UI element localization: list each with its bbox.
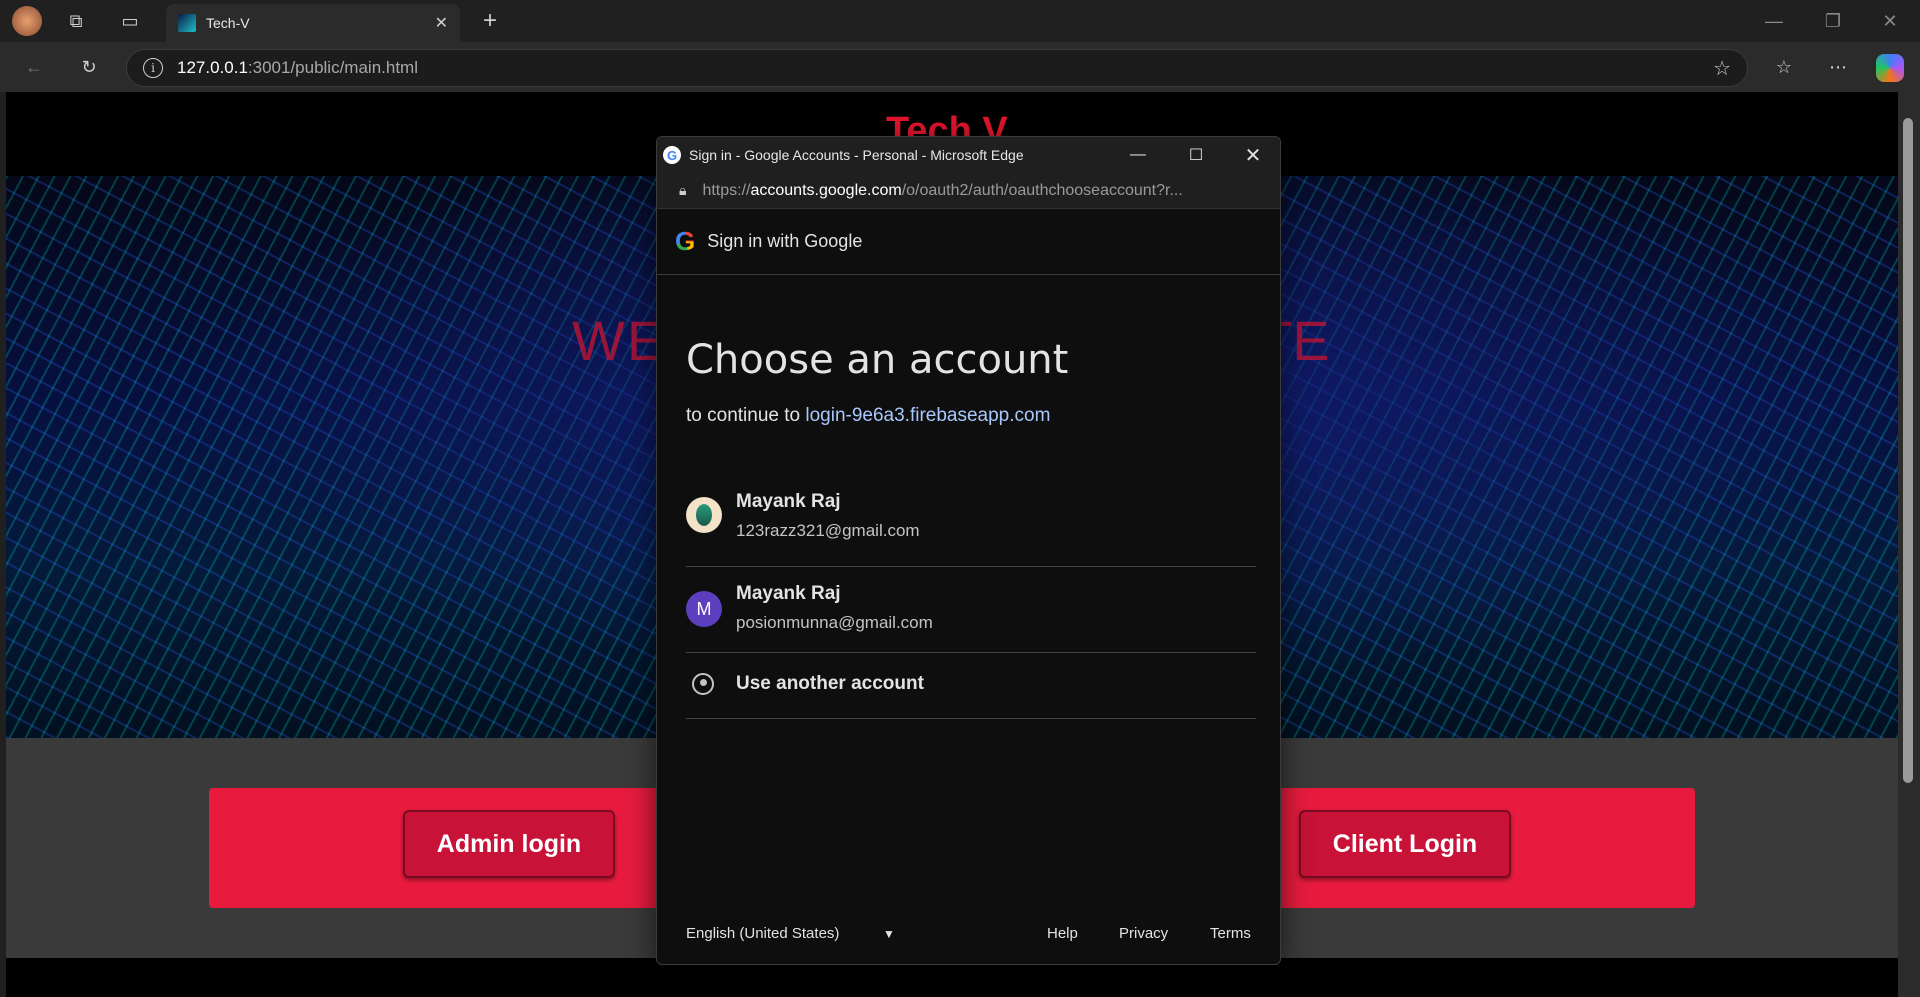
browser-titlebar: ⧉ ▭ Tech-V ✕ + — ❐ ✕ <box>0 0 1920 42</box>
url-path: :3001/public/main.html <box>247 58 418 77</box>
site-info-icon[interactable]: i <box>143 58 163 78</box>
account-circle-icon <box>692 673 714 695</box>
popup-titlebar: G Sign in - Google Accounts - Personal -… <box>657 137 1280 173</box>
vertical-tabs-icon[interactable]: ▭ <box>112 3 148 39</box>
url-host: 127.0.0.1 <box>177 58 248 77</box>
account-name: Mayank Raj <box>736 583 841 604</box>
use-another-account[interactable]: Use another account <box>686 653 1256 719</box>
back-icon[interactable]: ← <box>16 49 52 85</box>
chevron-down-icon[interactable]: ▼ <box>883 927 895 941</box>
choose-account-heading: Choose an account <box>686 337 1069 383</box>
scrollbar-thumb[interactable] <box>1903 118 1913 783</box>
tab-title: Tech-V <box>206 15 250 31</box>
restore-icon[interactable]: ❐ <box>1815 3 1851 39</box>
account-avatar: M <box>686 591 722 627</box>
popup-close-icon[interactable]: ✕ <box>1224 137 1280 173</box>
use-another-account-label: Use another account <box>736 673 924 694</box>
workspaces-icon[interactable]: ⧉ <box>58 3 94 39</box>
copilot-icon[interactable] <box>1876 54 1904 82</box>
account-email: posionmunna@gmail.com <box>736 613 933 632</box>
continue-prefix: to continue to <box>686 405 801 426</box>
continue-to-text: to continue to login-9e6a3.firebaseapp.c… <box>686 405 1050 427</box>
address-bar[interactable]: i 127.0.0.1 :3001/public/main.html ☆ <box>126 49 1748 87</box>
admin-login-button[interactable]: Admin login <box>403 810 615 878</box>
popup-window-title: Sign in - Google Accounts - Personal - M… <box>689 147 1024 163</box>
google-header-label: Sign in with Google <box>707 231 863 251</box>
terms-link[interactable]: Terms <box>1210 925 1251 942</box>
more-icon[interactable]: ⋯ <box>1820 49 1856 85</box>
tab-favicon-icon <box>178 14 196 32</box>
popup-footer: English (United States) ▼ Help Privacy T… <box>657 907 1280 957</box>
popup-url-protocol: https:// <box>702 181 751 199</box>
tab-close-icon[interactable]: ✕ <box>435 13 448 33</box>
client-login-button[interactable]: Client Login <box>1299 810 1511 878</box>
continue-app-link[interactable]: login-9e6a3.firebaseapp.com <box>805 405 1050 426</box>
google-signin-popup: G Sign in - Google Accounts - Personal -… <box>656 136 1281 965</box>
lock-icon[interactable]: 🔒︎ <box>679 182 686 199</box>
popup-minimize-icon[interactable]: — <box>1109 137 1167 173</box>
hero-text-left: WE <box>572 309 667 372</box>
refresh-icon[interactable]: ↻ <box>71 49 107 85</box>
new-tab-icon[interactable]: + <box>472 3 508 39</box>
account-email: 123razz321@gmail.com <box>736 521 920 540</box>
account-item[interactable]: M Mayank Raj posionmunna@gmail.com <box>686 567 1256 653</box>
popup-maximize-icon[interactable]: ☐ <box>1167 137 1225 173</box>
popup-url-domain: accounts.google.com <box>750 181 902 199</box>
popup-url-rest: /o/oauth2/auth/oauthchooseaccount?r... <box>901 181 1183 199</box>
account-avatar-beetle-icon <box>686 497 722 533</box>
popup-url-bar: 🔒︎ https://accounts.google.com/o/oauth2/… <box>657 173 1280 209</box>
favorites-icon[interactable]: ☆ <box>1766 49 1802 85</box>
help-link[interactable]: Help <box>1047 925 1078 942</box>
tab-tech-v[interactable]: Tech-V ✕ <box>166 4 460 42</box>
privacy-link[interactable]: Privacy <box>1119 925 1168 942</box>
add-favorite-icon[interactable]: ☆ <box>1713 56 1731 81</box>
google-header: G Sign in with Google <box>657 209 1280 275</box>
google-favicon-icon: G <box>663 146 681 164</box>
language-select[interactable]: English (United States) <box>686 925 839 942</box>
account-name: Mayank Raj <box>736 491 841 512</box>
profile-avatar[interactable] <box>12 6 42 36</box>
close-window-icon[interactable]: ✕ <box>1872 3 1908 39</box>
minimize-icon[interactable]: — <box>1756 3 1792 39</box>
google-logo-icon: G <box>675 226 696 256</box>
account-item[interactable]: Mayank Raj 123razz321@gmail.com <box>686 481 1256 567</box>
